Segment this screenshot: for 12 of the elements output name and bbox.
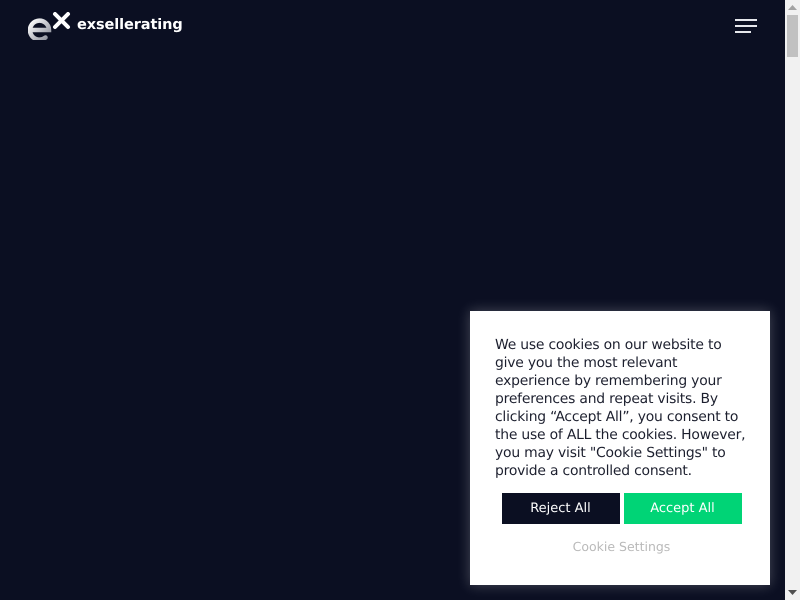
brand-name: exsellerating [77,16,183,36]
logo-icon [28,12,73,40]
cookie-message: We use cookies on our website to give you the most relevant experience by remembering your preferences and repeat visits. By clicking “Accept All”, you consent to the use of ALL the cookies. However, you may visit "Cookie Settings" to provide a controlled consent. [495,336,746,480]
scrollbar-track[interactable] [785,0,800,600]
scroll-up-icon[interactable] [788,5,797,10]
menu-button[interactable] [735,19,757,33]
scrollbar-thumb[interactable] [787,15,798,57]
scroll-down-icon[interactable] [788,590,797,595]
accept-all-button[interactable]: Accept All [624,493,742,524]
cookie-settings-link[interactable]: Cookie Settings [572,539,670,554]
menu-icon [735,19,757,33]
reject-all-button[interactable]: Reject All [502,493,620,524]
